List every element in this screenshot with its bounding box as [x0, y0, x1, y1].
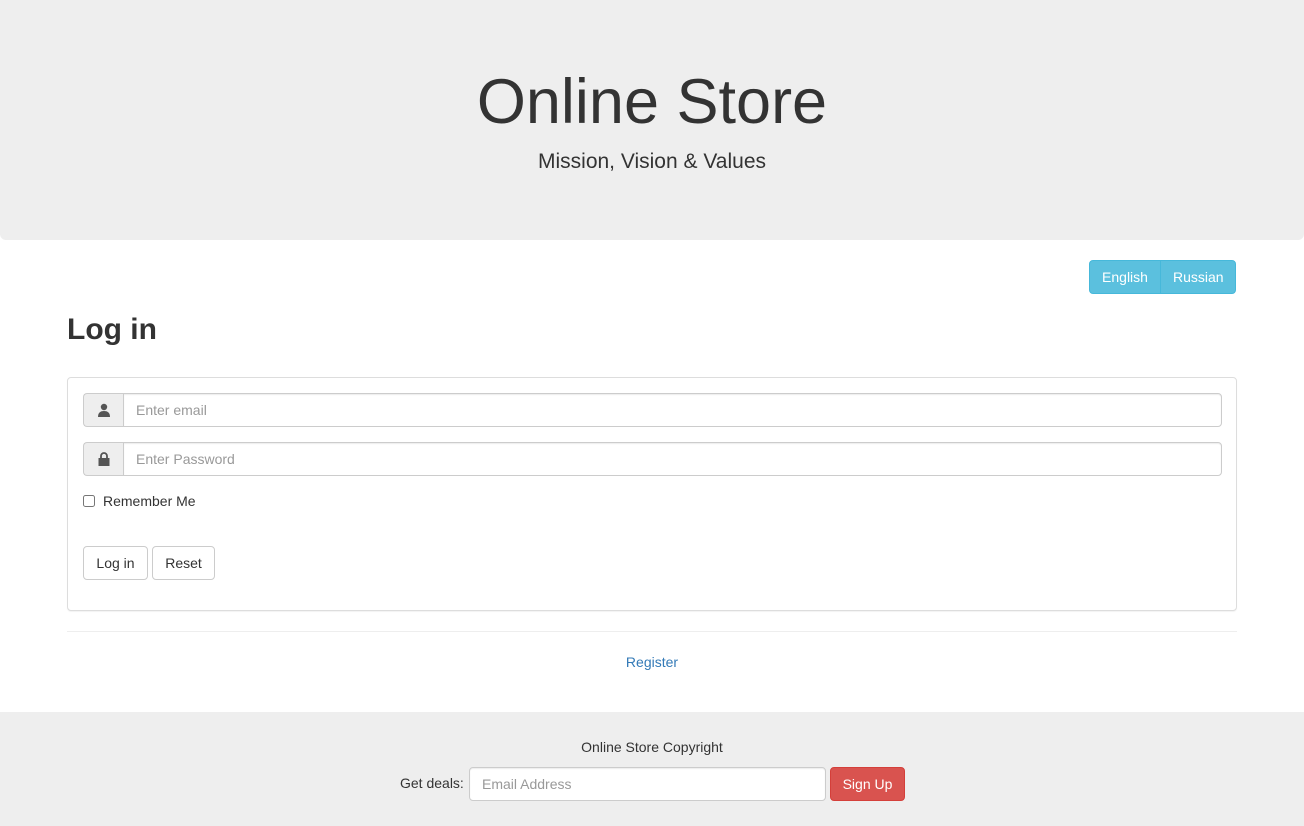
site-subtitle: Mission, Vision & Values — [538, 150, 766, 173]
deals-email-input[interactable] — [469, 767, 826, 801]
reset-button[interactable]: Reset — [152, 546, 215, 580]
user-icon — [83, 393, 123, 427]
footer: Online Store Copyright Get deals: Sign U… — [0, 712, 1304, 826]
password-input-group — [83, 442, 1222, 476]
lock-icon — [83, 442, 123, 476]
jumbotron-header: Online Store Mission, Vision & Values — [0, 0, 1304, 240]
remember-me-checkbox[interactable] — [83, 495, 95, 507]
divider — [67, 631, 1237, 632]
language-russian-button[interactable]: Russian — [1160, 260, 1236, 294]
language-english-button[interactable]: English — [1089, 260, 1161, 294]
remember-me: Remember Me — [83, 493, 196, 509]
page-title: Log in — [67, 313, 157, 346]
signup-button[interactable]: Sign Up — [830, 767, 905, 801]
remember-me-label: Remember Me — [103, 493, 196, 509]
deals-label: Get deals: — [400, 775, 464, 791]
email-input-group — [83, 393, 1222, 427]
login-button[interactable]: Log in — [83, 546, 148, 580]
password-field[interactable] — [123, 442, 1222, 476]
login-form-panel: Remember Me Log in Reset — [67, 377, 1237, 611]
site-title: Online Store — [476, 67, 828, 137]
footer-copyright: Online Store Copyright — [581, 739, 723, 755]
language-switcher: English Russian — [1089, 260, 1236, 294]
register-link[interactable]: Register — [0, 653, 1304, 671]
email-field[interactable] — [123, 393, 1222, 427]
